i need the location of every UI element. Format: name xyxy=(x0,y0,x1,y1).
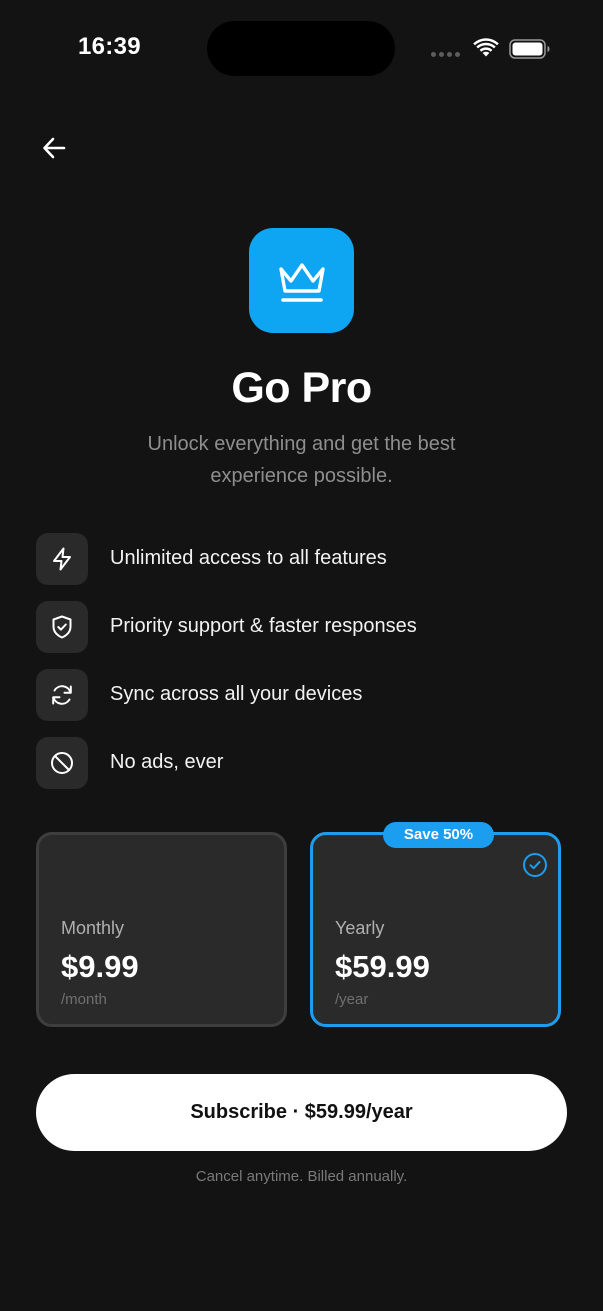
plan-name: Yearly xyxy=(335,918,385,938)
plan-name: Monthly xyxy=(61,918,125,938)
status-bar: 16:39 xyxy=(0,0,603,96)
battery-icon xyxy=(509,39,551,64)
page-title: Go Pro xyxy=(231,364,372,412)
check-circle-icon xyxy=(522,852,548,883)
save-badge: Save 50% xyxy=(383,822,494,848)
fine-print: Cancel anytime. Billed annually. xyxy=(195,1168,408,1185)
crown-icon xyxy=(278,262,325,302)
feature-icon-box xyxy=(36,533,88,585)
wifi-icon xyxy=(473,38,499,63)
sync-icon xyxy=(52,685,72,705)
cellular-signal-icon xyxy=(431,52,460,57)
feature-item: Priority support & faster responses xyxy=(36,601,576,653)
feature-label: Sync across all your devices xyxy=(110,683,363,705)
feature-label: Unlimited access to all features xyxy=(110,547,387,569)
feature-icon-box xyxy=(36,737,88,789)
shield-check-icon xyxy=(52,615,72,639)
plan-card-monthly[interactable]: Monthly $9.99 /month xyxy=(36,832,287,1027)
app-icon xyxy=(249,228,354,333)
no-ads-icon xyxy=(51,752,73,774)
dynamic-island xyxy=(207,21,395,76)
feature-item: No ads, ever xyxy=(36,737,576,789)
feature-item: Sync across all your devices xyxy=(36,669,576,721)
feature-item: Unlimited access to all features xyxy=(36,533,576,585)
plan-price: $59.99 xyxy=(335,949,430,984)
plan-price: $9.99 xyxy=(61,949,139,984)
plan-period: /month xyxy=(61,991,107,1008)
arrow-left-icon xyxy=(43,137,66,159)
feature-icon-box xyxy=(36,601,88,653)
status-time: 16:39 xyxy=(78,33,141,60)
feature-label: Priority support & faster responses xyxy=(110,615,417,637)
feature-icon-box xyxy=(36,669,88,721)
lightning-icon xyxy=(53,547,71,571)
subscribe-button[interactable]: Subscribe · $59.99/year xyxy=(36,1074,567,1151)
feature-label: No ads, ever xyxy=(110,751,224,773)
back-button[interactable] xyxy=(34,128,74,168)
plan-period: /year xyxy=(335,991,369,1008)
page-subtitle: Unlock everything and get the best exper… xyxy=(147,433,456,487)
